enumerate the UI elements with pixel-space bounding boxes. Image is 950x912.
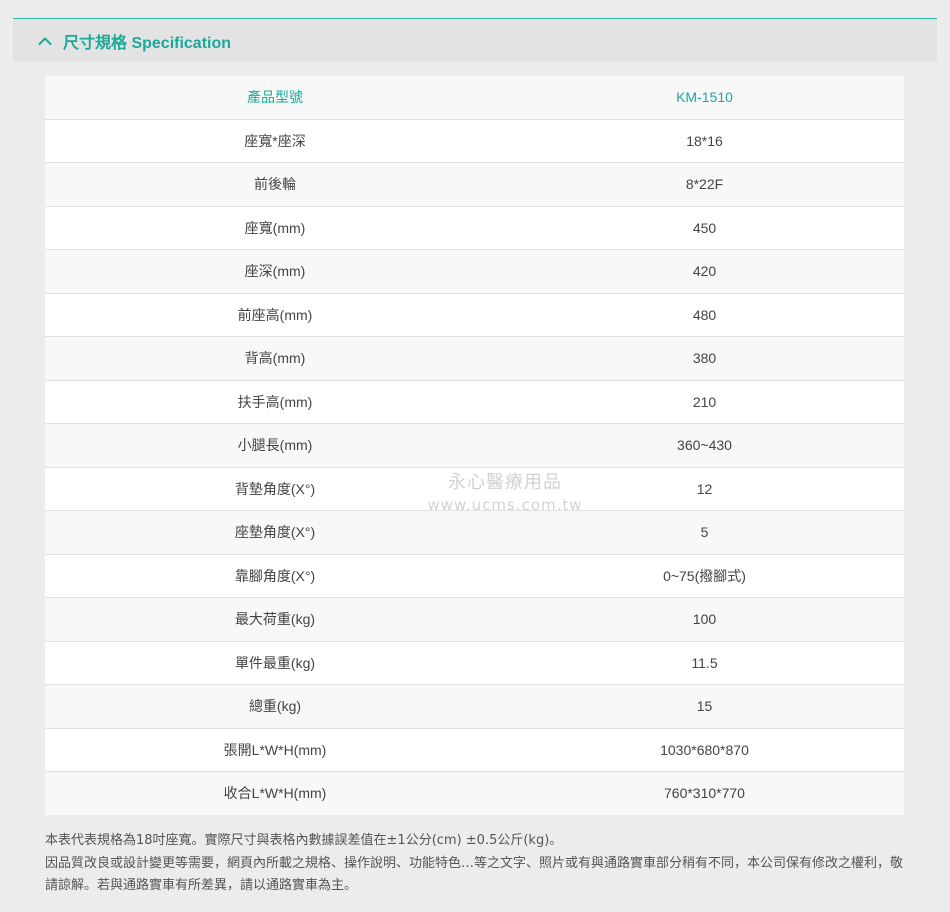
row-label: 單件最重(kg)	[45, 641, 505, 685]
row-value: 15	[505, 684, 904, 729]
spec-section-header[interactable]: 尺寸規格 Specification	[13, 18, 937, 62]
spec-page: 尺寸規格 Specification 產品型號 KM-1510 座寬*座深 18…	[0, 0, 950, 912]
row-value: 1030*680*870	[505, 728, 904, 772]
table-row: 背墊角度(X°) 12	[45, 467, 904, 511]
table-row: 背高(mm) 380	[45, 336, 904, 381]
row-label: 座深(mm)	[45, 249, 505, 294]
table-row: 座墊角度(X°) 5	[45, 510, 904, 555]
row-value: 480	[505, 293, 904, 337]
header-value: KM-1510	[505, 76, 904, 120]
table-row: 單件最重(kg) 11.5	[45, 641, 904, 685]
row-value: 8*22F	[505, 162, 904, 207]
row-label: 張開L*W*H(mm)	[45, 728, 505, 772]
table-row: 總重(kg) 15	[45, 684, 904, 729]
row-label: 扶手高(mm)	[45, 380, 505, 424]
row-value: 18*16	[505, 119, 904, 163]
row-label: 靠腳角度(X°)	[45, 554, 505, 598]
row-label: 座墊角度(X°)	[45, 510, 505, 555]
row-value: 360~430	[505, 423, 904, 468]
row-label: 背墊角度(X°)	[45, 467, 505, 511]
row-value: 380	[505, 336, 904, 381]
row-value: 5	[505, 510, 904, 555]
row-label: 前座高(mm)	[45, 293, 505, 337]
note-line-2: 因品質改良或設計變更等需要，網頁內所載之規格、操作說明、功能特色…等之文字、照片…	[45, 855, 904, 894]
table-row: 張開L*W*H(mm) 1030*680*870	[45, 728, 904, 772]
table-row: 前後輪 8*22F	[45, 162, 904, 207]
table-row: 收合L*W*H(mm) 760*310*770	[45, 771, 904, 815]
table-row: 靠腳角度(X°) 0~75(撥腳式)	[45, 554, 904, 598]
row-value: 0~75(撥腳式)	[505, 554, 904, 598]
chevron-up-icon[interactable]	[33, 29, 57, 53]
row-label: 總重(kg)	[45, 684, 505, 729]
note-line-1: 本表代表規格為18吋座寬。實際尺寸與表格內數據誤差值在±1公分(cm) ±0.5…	[45, 833, 563, 848]
row-value: 12	[505, 467, 904, 511]
row-value: 420	[505, 249, 904, 294]
header-label: 產品型號	[45, 76, 505, 120]
row-label: 小腿長(mm)	[45, 423, 505, 468]
table-row: 座寬*座深 18*16	[45, 119, 904, 163]
row-label: 背高(mm)	[45, 336, 505, 381]
row-value: 760*310*770	[505, 771, 904, 815]
row-label: 座寬*座深	[45, 119, 505, 163]
spec-notes: 本表代表規格為18吋座寬。實際尺寸與表格內數據誤差值在±1公分(cm) ±0.5…	[45, 830, 915, 898]
row-label: 收合L*W*H(mm)	[45, 771, 505, 815]
row-label: 座寬(mm)	[45, 206, 505, 250]
row-value: 11.5	[505, 641, 904, 685]
table-row: 座深(mm) 420	[45, 249, 904, 294]
table-row: 小腿長(mm) 360~430	[45, 423, 904, 468]
table-row: 座寬(mm) 450	[45, 206, 904, 250]
table-row: 前座高(mm) 480	[45, 293, 904, 337]
row-value: 100	[505, 597, 904, 642]
table-header-row: 產品型號 KM-1510	[45, 76, 904, 120]
row-label: 前後輪	[45, 162, 505, 207]
table-row: 最大荷重(kg) 100	[45, 597, 904, 642]
spec-table: 產品型號 KM-1510 座寬*座深 18*16 前後輪 8*22F 座寬(mm…	[45, 76, 904, 815]
table-row: 扶手高(mm) 210	[45, 380, 904, 424]
row-label: 最大荷重(kg)	[45, 597, 505, 642]
section-title: 尺寸規格 Specification	[63, 34, 232, 52]
row-value: 450	[505, 206, 904, 250]
row-value: 210	[505, 380, 904, 424]
